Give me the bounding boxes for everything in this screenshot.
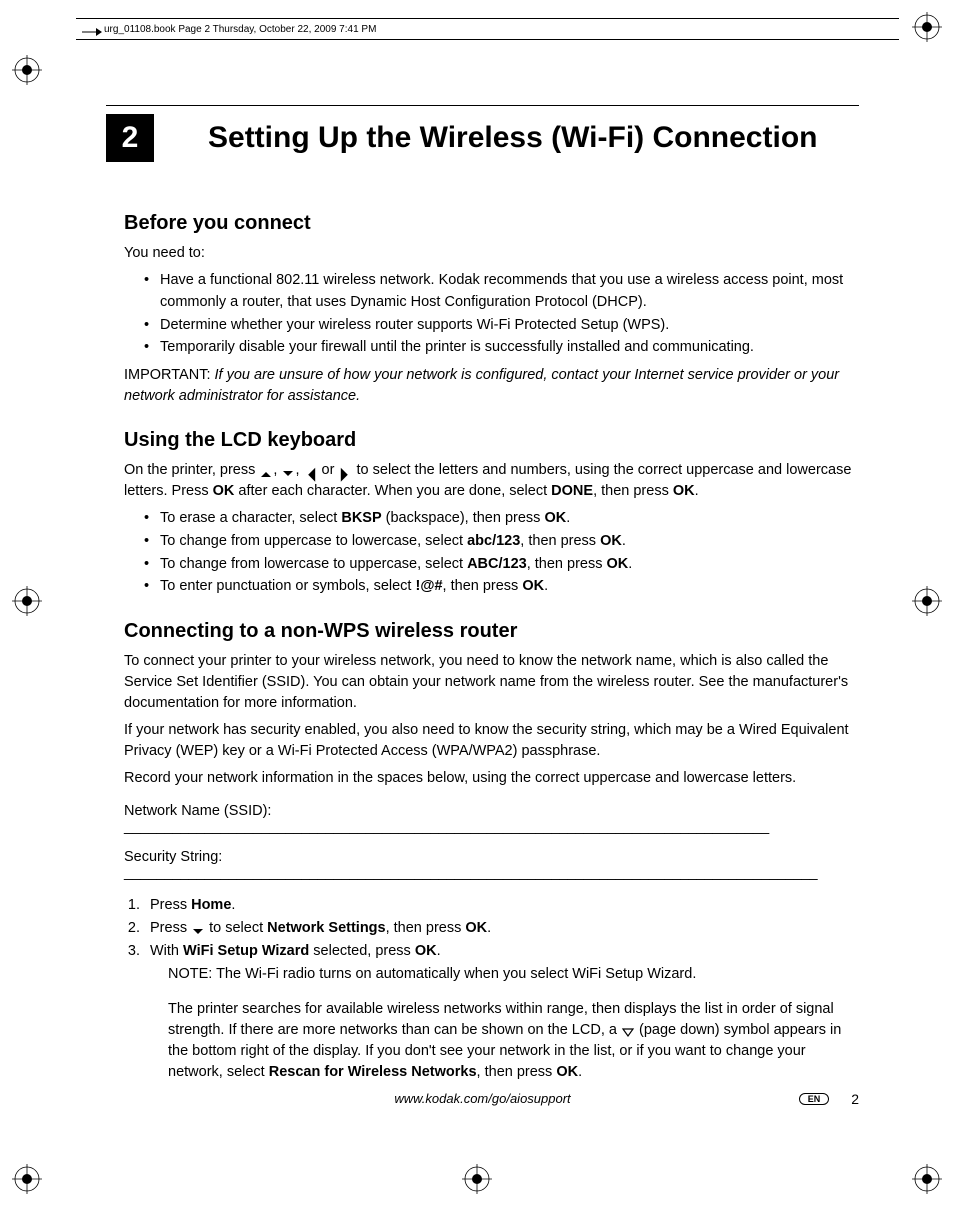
list-item: Temporarily disable your firewall until … (144, 337, 859, 359)
page-footer: www.kodak.com/go/aiosupport EN 2 (106, 1091, 859, 1106)
section-title-nonwps: Connecting to a non-WPS wireless router (124, 620, 859, 643)
step-followup: The printer searches for available wirel… (168, 999, 859, 1083)
crop-mark-icon (912, 1164, 942, 1194)
arrow-left-icon (304, 465, 318, 475)
footer-right: EN 2 (799, 1091, 859, 1107)
step-item: Press to select Network Settings, then p… (144, 918, 859, 940)
crop-mark-icon (12, 55, 42, 85)
important-note: IMPORTANT: If you are unsure of how your… (124, 365, 859, 407)
nonwps-p1: To connect your printer to your wireless… (124, 651, 859, 714)
file-info: urg_01108.book Page 2 Thursday, October … (104, 24, 376, 35)
ssid-field: Network Name (SSID): ___________________… (124, 803, 859, 835)
arrow-up-icon (259, 465, 273, 475)
arrow-down-icon (191, 923, 205, 933)
lcd-intro: On the printer, press , , or to select t… (124, 460, 859, 502)
nonwps-p3: Record your network information in the s… (124, 768, 859, 789)
crop-mark-icon (12, 1164, 42, 1194)
footer-url: www.kodak.com/go/aiosupport (394, 1091, 570, 1106)
important-label: IMPORTANT: (124, 367, 210, 383)
list-item: To change from lowercase to uppercase, s… (144, 554, 859, 576)
crop-mark-icon (462, 1164, 492, 1194)
arrow-right-icon (338, 465, 352, 475)
before-intro: You need to: (124, 243, 859, 264)
security-field: Security String: _______________________… (124, 849, 859, 881)
arrow-down-icon (281, 465, 295, 475)
chapter-header: 2 Setting Up the Wireless (Wi-Fi) Connec… (106, 105, 859, 162)
list-item: To enter punctuation or symbols, select … (144, 576, 859, 598)
step-item: Press Home. (144, 895, 859, 917)
section-title-lcd: Using the LCD keyboard (124, 429, 859, 452)
nonwps-p2: If your network has security enabled, yo… (124, 720, 859, 762)
page-number: 2 (851, 1091, 859, 1107)
crop-mark-icon (12, 586, 42, 616)
page-content: 2 Setting Up the Wireless (Wi-Fi) Connec… (106, 105, 859, 1084)
chapter-number: 2 (106, 114, 154, 162)
list-item: To change from uppercase to lowercase, s… (144, 531, 859, 553)
step-item: With WiFi Setup Wizard selected, press O… (144, 941, 859, 963)
header-arrow-icon (82, 24, 102, 34)
step-note: NOTE: The Wi-Fi radio turns on automatic… (168, 964, 859, 985)
list-item: Determine whether your wireless router s… (144, 315, 859, 337)
chapter-title: Setting Up the Wireless (Wi-Fi) Connecti… (208, 112, 817, 157)
document-header: urg_01108.book Page 2 Thursday, October … (76, 18, 899, 40)
language-badge: EN (799, 1093, 830, 1105)
page-down-icon (621, 1025, 635, 1037)
section-title-before: Before you connect (124, 212, 859, 235)
list-item: Have a functional 802.11 wireless networ… (144, 270, 859, 314)
list-item: To erase a character, select BKSP (backs… (144, 508, 859, 530)
before-bullets: Have a functional 802.11 wireless networ… (144, 270, 859, 359)
nonwps-steps: Press Home. Press to select Network Sett… (144, 895, 859, 962)
crop-mark-icon (912, 12, 942, 42)
important-text: If you are unsure of how your network is… (124, 367, 839, 404)
lcd-bullets: To erase a character, select BKSP (backs… (144, 508, 859, 598)
crop-mark-icon (912, 586, 942, 616)
